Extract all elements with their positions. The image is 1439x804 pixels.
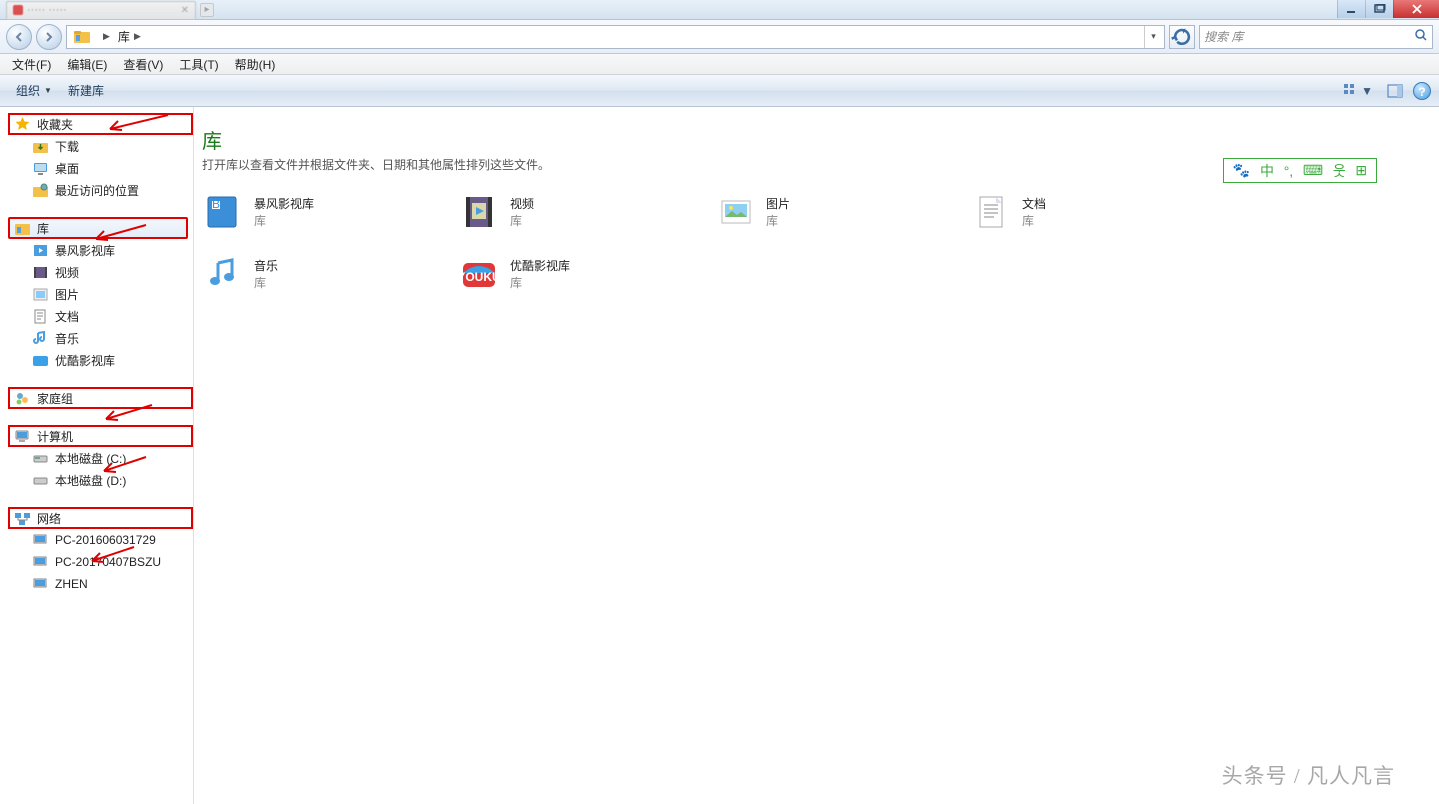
videos-icon [458, 191, 500, 233]
video-lib-icon [32, 242, 49, 259]
sidebar-item-documents[interactable]: 文档 [8, 305, 193, 327]
ime-person-icon[interactable]: 웃 [1333, 161, 1346, 181]
sidebar-item-drive-d[interactable]: 本地磁盘 (D:) [8, 469, 193, 491]
videos-icon [32, 264, 49, 281]
menu-view[interactable]: 查看(V) [115, 54, 171, 75]
menu-help[interactable]: 帮助(H) [227, 54, 284, 75]
sidebar-item-videos[interactable]: 视频 [8, 261, 193, 283]
library-item-videos[interactable]: 视频库 [458, 191, 714, 233]
maximize-button[interactable] [1365, 0, 1393, 18]
baofeng-icon: B [202, 191, 244, 233]
address-dropdown[interactable]: ▾ [1144, 26, 1162, 48]
sidebar-network[interactable]: 网络 [8, 507, 193, 529]
forward-button[interactable] [36, 24, 62, 50]
desktop-icon [32, 160, 49, 177]
navigation-pane: 收藏夹 下载 桌面 最近访问的位置 库 暴风影视库 视频 图 [0, 107, 193, 804]
page-title: 库 [202, 125, 1431, 154]
drive-icon [32, 472, 49, 489]
recent-icon [32, 182, 49, 199]
search-placeholder: 搜索 库 [1204, 28, 1243, 45]
sidebar-item-downloads[interactable]: 下载 [8, 135, 193, 157]
pictures-icon [32, 286, 49, 303]
library-item-pictures[interactable]: 图片库 [714, 191, 970, 233]
pc-icon [32, 532, 49, 549]
ime-paw-icon[interactable]: 🐾 [1233, 162, 1250, 179]
sidebar-item-pictures[interactable]: 图片 [8, 283, 193, 305]
ime-punct-icon[interactable]: °, [1284, 163, 1294, 179]
sidebar-item-baofeng[interactable]: 暴风影视库 [8, 239, 193, 261]
music-icon [32, 330, 49, 347]
new-tab-button[interactable]: ▸ [200, 3, 214, 17]
back-button[interactable] [6, 24, 32, 50]
ime-cn-label[interactable]: 中 [1260, 161, 1274, 181]
sidebar-favorites[interactable]: 收藏夹 [8, 113, 193, 135]
sidebar-homegroup[interactable]: 家庭组 [8, 387, 193, 409]
pc-icon [32, 554, 49, 571]
library-item-youku[interactable]: YOUKU 优酷影视库库 [458, 253, 714, 295]
svg-text:YOUKU: YOUKU [458, 270, 500, 284]
tab-label: ····· ····· [27, 4, 67, 16]
downloads-icon [32, 138, 49, 155]
help-button[interactable]: ? [1413, 82, 1431, 100]
floating-ime-toolbar[interactable]: 🐾 中 °, ⌨ 웃 ⊞ [1223, 158, 1377, 183]
watermark-text: 头条号 / 凡人凡言 [1222, 760, 1395, 790]
search-icon [1414, 28, 1428, 45]
minimize-button[interactable] [1337, 0, 1365, 18]
music-icon [202, 253, 244, 295]
libraries-icon [14, 220, 31, 237]
library-grid: B 暴风影视库库 视频库 图片库 文档库 音乐库 [202, 191, 1431, 295]
main-area: 收藏夹 下载 桌面 最近访问的位置 库 暴风影视库 视频 图 [0, 107, 1439, 804]
browser-tab[interactable]: ····· ····· ✕ [6, 1, 196, 19]
ime-keyboard-icon[interactable]: ⌨ [1303, 162, 1323, 179]
window-title-bar: ····· ····· ✕ ▸ [0, 0, 1439, 20]
sidebar-item-pc1[interactable]: PC-201606031729 [8, 529, 193, 551]
content-pane: 库 打开库以查看文件并根据文件夹、日期和其他属性排列这些文件。 B 暴风影视库库… [194, 107, 1439, 804]
sidebar-item-pc2[interactable]: PC-20170407BSZU [8, 551, 193, 573]
search-input[interactable]: 搜索 库 [1199, 25, 1433, 49]
menu-bar: 文件(F) 编辑(E) 查看(V) 工具(T) 帮助(H) [0, 54, 1439, 75]
tab-close-icon[interactable]: ✕ [181, 5, 189, 16]
navigation-bar: ▶ 库▶ ▾ 搜索 库 [0, 20, 1439, 54]
sidebar-libraries[interactable]: 库 [8, 217, 188, 239]
sidebar-item-recent[interactable]: 最近访问的位置 [8, 179, 193, 201]
pc-icon [32, 576, 49, 593]
preview-pane-button[interactable] [1383, 80, 1407, 102]
address-bar[interactable]: ▶ 库▶ ▾ [66, 25, 1165, 49]
breadcrumb-arrow-root[interactable]: ▶ [95, 26, 114, 48]
organize-button[interactable]: 组织▼ [8, 78, 60, 103]
sidebar-item-desktop[interactable]: 桌面 [8, 157, 193, 179]
sidebar-item-pc3[interactable]: ZHEN [8, 573, 193, 595]
new-library-button[interactable]: 新建库 [60, 78, 112, 103]
breadcrumb-libraries[interactable]: 库▶ [114, 26, 145, 48]
ime-grid-icon[interactable]: ⊞ [1355, 162, 1367, 179]
sidebar-item-music[interactable]: 音乐 [8, 327, 193, 349]
pictures-icon [714, 191, 756, 233]
sidebar-item-drive-c[interactable]: 本地磁盘 (C:) [8, 447, 193, 469]
command-bar: 组织▼ 新建库 ▼ ? [0, 75, 1439, 107]
refresh-button[interactable] [1169, 25, 1195, 49]
youku-icon: YOUKU [458, 253, 500, 295]
drive-icon [32, 450, 49, 467]
menu-file[interactable]: 文件(F) [4, 54, 59, 75]
network-icon [14, 510, 31, 527]
close-button[interactable] [1393, 0, 1439, 18]
sidebar-computer[interactable]: 计算机 [8, 425, 193, 447]
star-icon [14, 116, 31, 133]
library-item-documents[interactable]: 文档库 [970, 191, 1226, 233]
libraries-icon [73, 28, 91, 46]
menu-edit[interactable]: 编辑(E) [59, 54, 115, 75]
svg-text:B: B [212, 197, 220, 211]
library-item-music[interactable]: 音乐库 [202, 253, 458, 295]
computer-icon [14, 428, 31, 445]
tab-favicon [13, 5, 23, 15]
menu-tools[interactable]: 工具(T) [171, 54, 226, 75]
library-item-baofeng[interactable]: B 暴风影视库库 [202, 191, 458, 233]
youku-icon [32, 352, 49, 369]
window-controls [1337, 0, 1439, 18]
documents-icon [970, 191, 1012, 233]
documents-icon [32, 308, 49, 325]
homegroup-icon [14, 390, 31, 407]
view-options-button[interactable]: ▼ [1339, 80, 1377, 102]
sidebar-item-youku[interactable]: 优酷影视库 [8, 349, 193, 371]
